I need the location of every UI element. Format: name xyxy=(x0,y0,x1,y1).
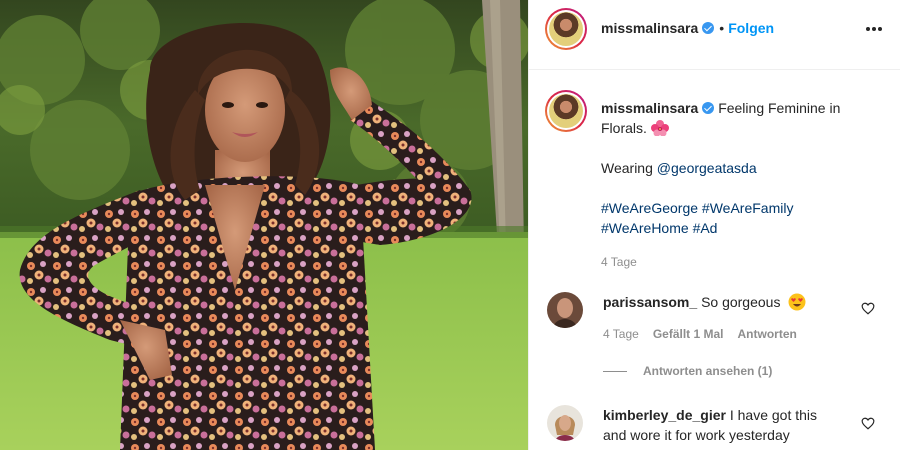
caption-avatar[interactable] xyxy=(545,90,587,132)
hibiscus-emoji-icon xyxy=(650,120,669,136)
post-side-panel: missmalinsara • Folgen missmalinsara Feeli… xyxy=(528,0,900,450)
comment-username[interactable]: parissansom_ xyxy=(603,294,697,310)
wearing-text: Wearing xyxy=(601,160,657,176)
follow-button[interactable]: Folgen xyxy=(728,20,774,36)
author-username[interactable]: missmalinsara xyxy=(601,20,698,36)
comment-body: kimberley_de_gier I have got this and wo… xyxy=(603,405,843,445)
verified-badge-icon xyxy=(702,22,715,34)
verified-badge-icon xyxy=(702,102,715,114)
view-replies-label: Antworten ansehen (1) xyxy=(643,364,773,378)
more-options-icon[interactable] xyxy=(866,27,882,31)
comment-avatar[interactable] xyxy=(547,405,583,441)
replies-divider xyxy=(603,370,627,372)
post-header: missmalinsara • Folgen xyxy=(529,0,900,70)
author-avatar[interactable] xyxy=(545,8,587,50)
hashtag-link[interactable]: #WeAreHome xyxy=(601,220,689,236)
heart-icon[interactable] xyxy=(861,302,875,315)
heart-eyes-emoji-icon xyxy=(788,293,806,311)
mention-link[interactable]: @georgeatasda xyxy=(657,160,757,176)
hashtag-link[interactable]: #WeAreFamily xyxy=(702,200,794,216)
post-photo[interactable] xyxy=(0,0,528,450)
hashtag-link[interactable]: #WeAreGeorge xyxy=(601,200,698,216)
view-replies-button[interactable]: Antworten ansehen (1) xyxy=(603,364,772,378)
heart-icon[interactable] xyxy=(861,417,875,430)
comment-timestamp[interactable]: 4 Tage xyxy=(603,324,639,344)
caption-username[interactable]: missmalinsara xyxy=(601,100,698,116)
comment-meta: 4 Tage Gefällt 1 Mal Antworten xyxy=(603,324,843,344)
author-name-line: missmalinsara • Folgen xyxy=(601,20,774,36)
caption-body: missmalinsara Feeling Feminine in Floral… xyxy=(601,98,881,272)
reply-button[interactable]: Antworten xyxy=(738,324,797,344)
separator-dot: • xyxy=(719,20,725,36)
photo-illustration xyxy=(0,0,528,450)
comment-likes[interactable]: Gefällt 1 Mal xyxy=(653,324,724,344)
comment-username[interactable]: kimberley_de_gier xyxy=(603,407,726,423)
caption-timestamp[interactable]: 4 Tage xyxy=(601,252,881,272)
hashtag-link[interactable]: #Ad xyxy=(693,220,718,236)
comment-body: parissansom_ So gorgeous 4 Tage Gefällt … xyxy=(603,292,843,344)
comment-avatar[interactable] xyxy=(547,292,583,328)
comment-text: So gorgeous xyxy=(701,294,781,310)
